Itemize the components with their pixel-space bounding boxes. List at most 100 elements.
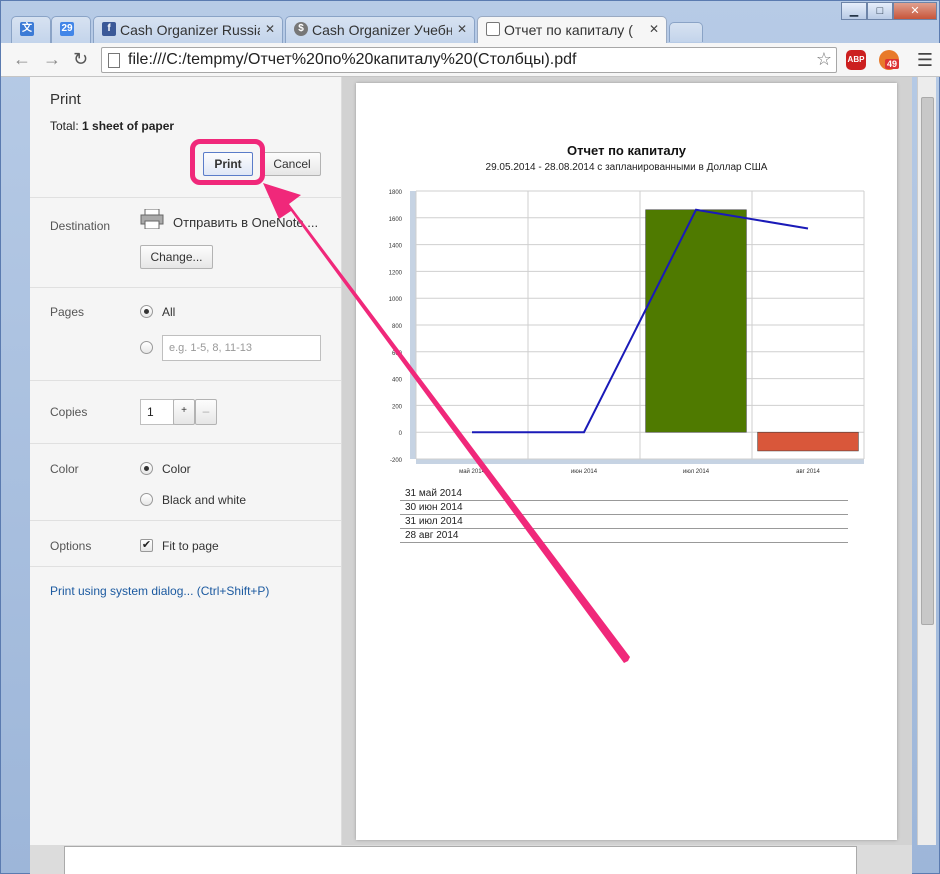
tab-title: Cash Organizer Russia xyxy=(120,22,260,38)
x-tick-label: май 2014 xyxy=(459,468,485,475)
system-dialog-link[interactable]: Print using system dialog... (Ctrl+Shift… xyxy=(50,584,269,598)
capital-chart: -200 0 200 400 600 800 1000 1200 1400 1600 1800 май… xyxy=(389,190,865,475)
report-title: Отчет по капиталу xyxy=(567,143,686,158)
total-label: Total: xyxy=(50,119,79,133)
print-settings-panel: Print Total: 1 sheet of paper Print Canc… xyxy=(30,77,342,845)
tab-facebook[interactable]: f Cash Organizer Russia ✕ xyxy=(93,16,283,43)
print-preview: Отчет по капиталу 29.05.2014 - 28.08.201… xyxy=(342,77,936,845)
divider xyxy=(30,197,341,198)
y-tick-label: 200 xyxy=(392,404,403,410)
y-tick-label: 1000 xyxy=(389,297,403,303)
page-content: Print Total: 1 sheet of paper Print Canc… xyxy=(30,77,936,845)
underlying-page xyxy=(64,846,857,874)
close-window-button[interactable]: ✕ xyxy=(893,2,937,20)
print-button-highlight xyxy=(190,139,265,185)
y-tick-label: 1200 xyxy=(389,270,403,276)
cash-organizer-icon: $ xyxy=(294,22,308,36)
pages-all-radio[interactable] xyxy=(140,305,153,318)
maximize-button[interactable]: □ xyxy=(867,2,893,20)
new-tab-button[interactable] xyxy=(669,22,703,42)
tab-report[interactable]: Отчет по капиталу ( ✕ xyxy=(477,16,667,43)
preview-page: Отчет по капиталу 29.05.2014 - 28.08.201… xyxy=(356,83,897,840)
forward-arrow-icon[interactable]: → xyxy=(43,49,61,70)
extension-badge: 49 xyxy=(885,59,900,69)
bar xyxy=(645,209,747,433)
pages-range-input[interactable]: e.g. 1-5, 8, 11-13 xyxy=(162,335,321,361)
reload-icon[interactable]: ↻ xyxy=(73,49,88,70)
fit-to-page-label: Fit to page xyxy=(162,539,219,553)
change-destination-button[interactable]: Change... xyxy=(140,245,213,269)
copies-increment-button[interactable]: + xyxy=(173,399,195,425)
pages-all-label: All xyxy=(162,305,176,319)
options-label: Options xyxy=(50,539,92,553)
address-url: file:///C:/tempmy/Отчет%20по%20капиталу%… xyxy=(128,51,577,68)
star-icon[interactable]: ☆ xyxy=(816,49,832,70)
y-tick-label: 1600 xyxy=(389,217,403,223)
destination-label: Destination xyxy=(50,219,111,233)
rss-extension-icon[interactable]: 49 xyxy=(879,50,900,70)
x-tick-label: июн 2014 xyxy=(571,469,598,475)
calendar-app-icon: 29 xyxy=(60,22,74,36)
fit-to-page-checkbox[interactable]: ✔ xyxy=(140,539,153,552)
printer-icon xyxy=(140,209,164,229)
back-arrow-icon[interactable]: ← xyxy=(13,49,31,70)
tab-calendar[interactable]: 29 xyxy=(51,16,91,43)
menu-icon[interactable]: ☰ xyxy=(917,50,933,71)
y-tick-label: 0 xyxy=(399,431,403,437)
tab-cash-organizer[interactable]: $ Cash Organizer Учебн ✕ xyxy=(285,16,475,43)
report-subtitle: 29.05.2014 - 28.08.2014 с запланированны… xyxy=(485,162,768,173)
close-icon[interactable]: ✕ xyxy=(649,22,659,36)
print-heading: Print xyxy=(50,91,81,108)
y-tick-label: 400 xyxy=(392,378,403,384)
y-axis-band xyxy=(410,191,416,459)
black-white-radio[interactable] xyxy=(140,493,153,506)
bar xyxy=(757,431,859,452)
copies-label: Copies xyxy=(50,405,88,419)
tab-title: Отчет по капиталу ( xyxy=(504,22,633,38)
pages-custom-radio[interactable] xyxy=(140,341,153,354)
divider xyxy=(30,566,341,567)
address-bar[interactable]: file:///C:/tempmy/Отчет%20по%20капиталу%… xyxy=(101,47,837,73)
divider xyxy=(30,380,341,381)
minimize-button[interactable]: ▁ xyxy=(841,2,867,20)
copies-decrement-button[interactable]: – xyxy=(195,399,217,425)
divider xyxy=(30,520,341,521)
browser-window: 文 29 f Cash Organizer Russia ✕ $ Cash Or… xyxy=(0,0,940,874)
chart-legend: 31 май 2014 30 июн 2014 31 июл 2014 28 а… xyxy=(400,487,848,543)
tab-title: Cash Organizer Учебн xyxy=(312,22,452,38)
adblock-icon[interactable]: ABP xyxy=(846,50,866,70)
translate-app-icon: 文 xyxy=(20,22,34,36)
tab-strip: 文 29 f Cash Organizer Russia ✕ $ Cash Or… xyxy=(1,1,940,43)
tab-translate[interactable]: 文 xyxy=(11,16,51,43)
black-white-label: Black and white xyxy=(162,493,247,507)
total-sheets: Total: 1 sheet of paper xyxy=(50,119,174,133)
document-icon xyxy=(486,22,500,36)
cancel-button[interactable]: Cancel xyxy=(263,152,321,176)
legend-item: 31 май 2014 xyxy=(400,487,848,501)
vertical-scrollbar[interactable] xyxy=(917,77,936,845)
y-tick-label: 800 xyxy=(392,324,403,330)
browser-toolbar: ← → ↻ file:///C:/tempmy/Отчет%20по%20кап… xyxy=(1,43,940,77)
scrollbar-thumb[interactable] xyxy=(921,97,934,625)
close-icon[interactable]: ✕ xyxy=(457,22,467,36)
copies-input[interactable]: 1 xyxy=(140,399,174,425)
color-label: Color xyxy=(50,462,79,476)
color-radio[interactable] xyxy=(140,462,153,475)
divider xyxy=(30,443,341,444)
page-icon xyxy=(108,53,120,68)
y-tick-label: 1800 xyxy=(389,190,403,196)
x-axis-band xyxy=(416,459,864,464)
y-tick-label: -200 xyxy=(390,458,403,464)
facebook-icon: f xyxy=(102,22,116,36)
legend-item: 28 авг 2014 xyxy=(400,529,848,543)
color-option-label: Color xyxy=(162,462,191,476)
pages-label: Pages xyxy=(50,305,85,319)
total-value: 1 sheet of paper xyxy=(82,119,175,133)
close-icon[interactable]: ✕ xyxy=(265,22,275,36)
y-tick-label: 1400 xyxy=(389,244,403,250)
legend-item: 30 июн 2014 xyxy=(400,501,848,515)
x-tick-label: авг 2014 xyxy=(796,469,820,475)
y-tick-label: 600 xyxy=(392,351,403,357)
legend-item: 31 июл 2014 xyxy=(400,515,848,529)
divider xyxy=(30,287,341,288)
